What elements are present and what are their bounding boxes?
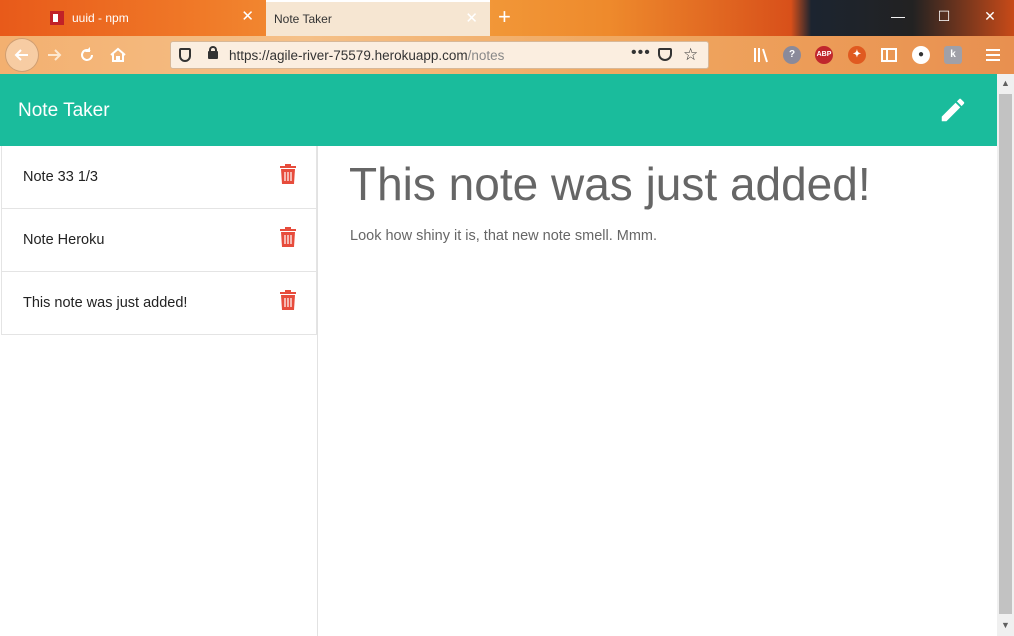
menu-icon[interactable]: [985, 47, 1001, 63]
tab-title: uuid - npm: [72, 11, 129, 25]
arrow-right-icon: [48, 49, 62, 61]
adblock-icon[interactable]: ABP: [815, 46, 833, 64]
new-note-pencil-icon[interactable]: [938, 95, 968, 125]
browser-navbar: https://agile-river-75579.herokuapp.com/…: [0, 36, 1014, 74]
page-scrollbar[interactable]: ▲ ▼: [997, 74, 1014, 636]
maximize-button[interactable]: ☐: [934, 8, 954, 25]
note-title: This note was just added!: [23, 295, 188, 311]
shield-icon[interactable]: [179, 48, 191, 62]
lock-icon[interactable]: [208, 46, 218, 59]
note-list-item[interactable]: Note Heroku: [1, 209, 317, 272]
bookmark-star-icon[interactable]: ☆: [683, 45, 698, 65]
app-header: Note Taker: [0, 74, 997, 146]
url-bar[interactable]: https://agile-river-75579.herokuapp.com/…: [170, 41, 709, 69]
back-button[interactable]: [5, 38, 39, 72]
forward-button[interactable]: [40, 41, 68, 69]
scroll-down-icon[interactable]: ▼: [1001, 620, 1010, 630]
note-list-item[interactable]: Note 33 1/3: [1, 146, 317, 209]
note-list-item[interactable]: This note was just added!: [1, 272, 317, 335]
library-icon[interactable]: [752, 46, 770, 64]
account-icon[interactable]: ●: [912, 46, 930, 64]
new-tab-button[interactable]: +: [498, 6, 511, 28]
reload-button[interactable]: [73, 41, 101, 69]
npm-favicon-icon: [50, 11, 64, 25]
app-title[interactable]: Note Taker: [18, 100, 110, 122]
sidebar-icon[interactable]: [880, 46, 898, 64]
arrow-left-icon: [14, 49, 28, 61]
tab-close-icon[interactable]: ✕: [241, 9, 254, 24]
pocket-icon[interactable]: [658, 48, 672, 61]
url-host: https://agile-river-75579.herokuapp.com: [229, 48, 468, 63]
close-window-button[interactable]: ✕: [980, 8, 1000, 25]
browser-titlebar: uuid - npm ✕ Note Taker ✕ + — ☐ ✕: [0, 0, 1014, 36]
note-title: Note 33 1/3: [23, 169, 98, 185]
help-icon[interactable]: ?: [783, 46, 801, 64]
extension-icon[interactable]: k: [944, 46, 962, 64]
url-text[interactable]: https://agile-river-75579.herokuapp.com/…: [229, 48, 504, 63]
home-icon: [110, 47, 126, 62]
firefox-icon[interactable]: ✦: [848, 46, 866, 64]
tab-note-taker[interactable]: Note Taker ✕: [266, 0, 490, 36]
reload-icon: [81, 47, 93, 61]
note-text-field[interactable]: Look how shiny it is, that new note smel…: [350, 228, 657, 244]
note-list: Note 33 1/3 Note Heroku This note was ju…: [0, 146, 318, 636]
home-button[interactable]: [104, 41, 132, 69]
minimize-button[interactable]: —: [888, 8, 908, 24]
note-title: Note Heroku: [23, 232, 105, 248]
scrollbar-thumb[interactable]: [999, 94, 1012, 614]
tab-title: Note Taker: [274, 12, 332, 26]
tab-uuid-npm[interactable]: uuid - npm ✕: [40, 0, 266, 36]
scroll-up-icon[interactable]: ▲: [1001, 78, 1010, 88]
note-title-field[interactable]: This note was just added!: [349, 157, 871, 211]
delete-trash-icon[interactable]: [280, 227, 296, 247]
page-actions-icon[interactable]: •••: [631, 44, 651, 62]
delete-trash-icon[interactable]: [280, 164, 296, 184]
tab-close-icon[interactable]: ✕: [465, 11, 478, 26]
url-path: /notes: [467, 48, 505, 63]
delete-trash-icon[interactable]: [280, 290, 296, 310]
